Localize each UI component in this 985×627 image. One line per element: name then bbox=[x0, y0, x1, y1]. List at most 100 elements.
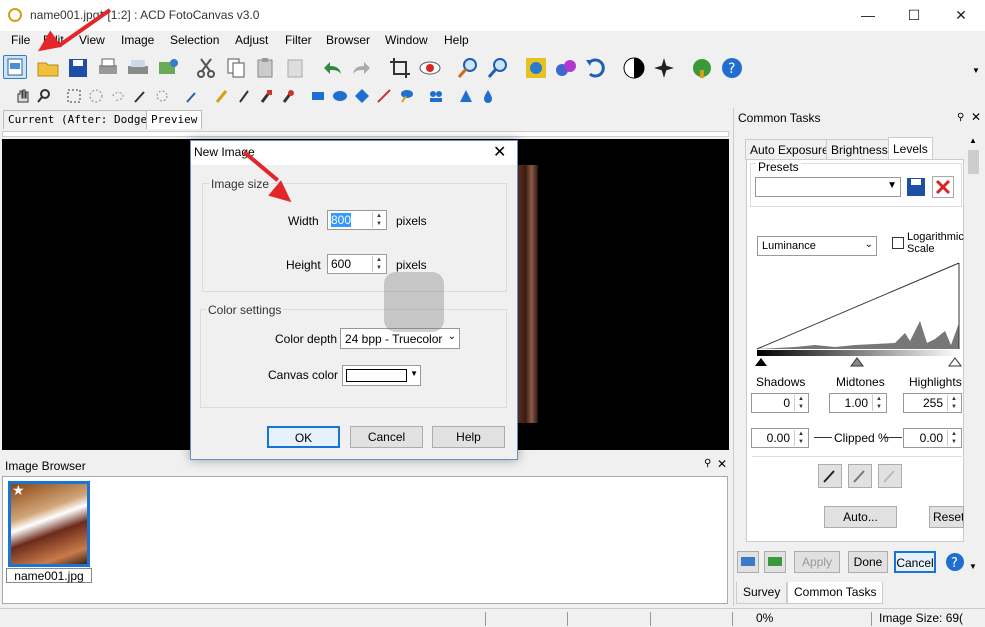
copy-button[interactable] bbox=[224, 56, 248, 80]
midtones-slider[interactable] bbox=[850, 357, 864, 367]
clipped-high-input[interactable]: 0.00 ▲ ▼ bbox=[903, 428, 962, 448]
ellipse-button[interactable] bbox=[332, 88, 348, 104]
spin-arrows-icon[interactable]: ▲ ▼ bbox=[372, 256, 385, 272]
panel-action-button[interactable] bbox=[737, 551, 759, 573]
effects-button[interactable] bbox=[524, 56, 548, 80]
tab-brightness[interactable]: Brightness bbox=[826, 139, 893, 160]
zoom-out-button[interactable] bbox=[486, 56, 510, 80]
open-button[interactable] bbox=[36, 56, 60, 80]
apply-button[interactable]: Apply bbox=[794, 551, 840, 573]
crop-button[interactable] bbox=[388, 56, 412, 80]
highlights-input[interactable]: 255 ▲ ▼ bbox=[903, 393, 962, 413]
scan-button[interactable] bbox=[126, 56, 150, 80]
undo-button[interactable] bbox=[320, 56, 344, 80]
print-button[interactable] bbox=[96, 56, 120, 80]
tab-common-tasks[interactable]: Common Tasks bbox=[787, 582, 884, 604]
maximize-button[interactable]: ☐ bbox=[891, 0, 937, 31]
canvas-color-picker[interactable]: ▼ bbox=[342, 365, 421, 386]
shadows-input[interactable]: 0 ▲ ▼ bbox=[751, 393, 809, 413]
lasso-button[interactable] bbox=[110, 88, 126, 104]
brush-button[interactable] bbox=[236, 88, 252, 104]
cancel-button[interactable]: Cancel bbox=[350, 426, 423, 448]
height-input[interactable]: 600 ▲ ▼ bbox=[327, 254, 387, 274]
logarithmic-checkbox[interactable] bbox=[892, 237, 904, 249]
dialog-close-button[interactable]: ✕ bbox=[493, 142, 506, 162]
done-button[interactable]: Done bbox=[848, 551, 888, 573]
save-button[interactable] bbox=[66, 56, 90, 80]
rotate-button[interactable] bbox=[584, 56, 608, 80]
pencil-button[interactable] bbox=[214, 88, 230, 104]
white-point-eyedropper[interactable] bbox=[878, 464, 902, 488]
acquire-button[interactable] bbox=[156, 56, 180, 80]
tab-current[interactable]: Current (After: Dodge) bbox=[3, 110, 159, 129]
gray-point-eyedropper[interactable] bbox=[848, 464, 872, 488]
channel-select[interactable]: Luminance ⌄ bbox=[757, 236, 877, 256]
save-preset-button[interactable] bbox=[905, 176, 927, 198]
help-button[interactable]: ? bbox=[720, 56, 744, 80]
panel-cancel-button[interactable]: Cancel bbox=[894, 551, 936, 573]
highlights-slider[interactable] bbox=[948, 357, 962, 367]
redo-button[interactable] bbox=[350, 56, 374, 80]
text-button[interactable] bbox=[398, 88, 414, 104]
close-button[interactable]: ✕ bbox=[938, 0, 984, 31]
blur-tool-button[interactable] bbox=[480, 88, 496, 104]
people-button[interactable] bbox=[428, 88, 444, 104]
panel-close-button[interactable]: ✕ bbox=[971, 110, 981, 124]
tab-levels[interactable]: Levels bbox=[888, 137, 933, 159]
contrast-button[interactable] bbox=[622, 56, 646, 80]
menu-view[interactable]: View bbox=[79, 33, 105, 47]
tab-preview[interactable]: Preview bbox=[146, 110, 203, 129]
thumbnail[interactable]: ★ bbox=[8, 481, 90, 567]
image-browser-close-button[interactable]: ✕ bbox=[717, 457, 727, 471]
menu-browser[interactable]: Browser bbox=[326, 33, 370, 47]
reset-button[interactable]: Reset bbox=[929, 506, 964, 528]
paste-button[interactable] bbox=[254, 56, 278, 80]
black-point-eyedropper[interactable] bbox=[818, 464, 842, 488]
select-all-button[interactable] bbox=[154, 88, 170, 104]
clone-button[interactable] bbox=[258, 88, 274, 104]
width-input[interactable]: 800 ▲ ▼ bbox=[327, 210, 387, 230]
toolbar-overflow-icon[interactable]: ▼ bbox=[972, 66, 980, 75]
panel-help-button[interactable]: ? bbox=[945, 552, 965, 572]
pin-icon[interactable]: ⚲ bbox=[704, 458, 711, 469]
ellipse-select-button[interactable] bbox=[88, 88, 104, 104]
menu-window[interactable]: Window bbox=[385, 33, 428, 47]
magic-wand-button[interactable] bbox=[132, 88, 148, 104]
spin-arrows-icon[interactable]: ▲ ▼ bbox=[794, 395, 807, 411]
paste-new-button[interactable] bbox=[284, 56, 308, 80]
clipped-low-input[interactable]: 0.00 ▲ ▼ bbox=[751, 428, 809, 448]
ok-button[interactable]: OK bbox=[267, 426, 340, 448]
shadows-slider[interactable] bbox=[755, 358, 767, 366]
batch-button[interactable] bbox=[554, 56, 578, 80]
web-button[interactable] bbox=[690, 56, 714, 80]
menu-filter[interactable]: Filter bbox=[285, 33, 312, 47]
spin-arrows-icon[interactable]: ▲ ▼ bbox=[872, 395, 885, 411]
menu-selection[interactable]: Selection bbox=[170, 33, 219, 47]
dodge-button[interactable] bbox=[280, 88, 296, 104]
zoom-tool-button[interactable] bbox=[36, 88, 52, 104]
menu-file[interactable]: File bbox=[11, 33, 30, 47]
presets-select[interactable]: ▼ bbox=[755, 177, 901, 197]
sharpen-tool-button[interactable] bbox=[458, 88, 474, 104]
spin-arrows-icon[interactable]: ▲ ▼ bbox=[794, 430, 807, 446]
red-eye-button[interactable] bbox=[418, 56, 442, 80]
panel-compare-button[interactable] bbox=[764, 551, 786, 573]
new-image-button[interactable] bbox=[3, 55, 27, 79]
dialog-help-button[interactable]: Help bbox=[432, 426, 505, 448]
spin-arrows-icon[interactable]: ▲ ▼ bbox=[947, 395, 960, 411]
panel-scrollbar[interactable]: ▲ ▼ bbox=[966, 134, 981, 574]
midtones-input[interactable]: 1.00 ▲ ▼ bbox=[829, 393, 887, 413]
spin-arrows-icon[interactable]: ▲ ▼ bbox=[372, 212, 385, 228]
menu-help[interactable]: Help bbox=[444, 33, 469, 47]
delete-preset-button[interactable] bbox=[932, 176, 954, 198]
sharpen-button[interactable] bbox=[652, 56, 676, 80]
menu-adjust[interactable]: Adjust bbox=[235, 33, 268, 47]
cut-button[interactable] bbox=[194, 56, 218, 80]
line-button[interactable] bbox=[376, 88, 392, 104]
panel-pin-icon[interactable]: ⚲ bbox=[957, 112, 964, 123]
tab-survey[interactable]: Survey bbox=[736, 582, 788, 604]
menu-image[interactable]: Image bbox=[121, 33, 154, 47]
spin-arrows-icon[interactable]: ▲ ▼ bbox=[947, 430, 960, 446]
auto-button[interactable]: Auto... bbox=[824, 506, 897, 528]
zoom-in-button[interactable] bbox=[456, 56, 480, 80]
